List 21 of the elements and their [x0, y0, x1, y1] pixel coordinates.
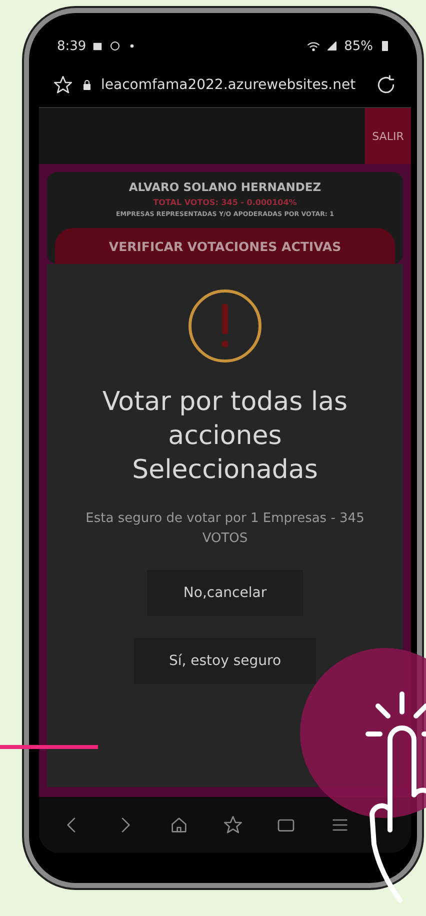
- battery-level: 85%: [344, 38, 373, 54]
- logout-button[interactable]: SALIR: [365, 108, 411, 164]
- status-time: 8:39: [57, 38, 86, 54]
- reload-icon: [375, 74, 397, 96]
- lock-icon: [81, 79, 93, 91]
- wifi-icon: [307, 40, 320, 52]
- battery-icon: [379, 40, 391, 52]
- total-votes: TOTAL VOTOS: 345 - 0.000104%: [153, 198, 297, 207]
- home-icon: [169, 815, 190, 835]
- dialog-title: Votar por todas las acciones Seleccionadas: [101, 386, 349, 487]
- signal-icon: [326, 40, 338, 52]
- tap-hand-icon: [368, 690, 426, 900]
- cancel-button[interactable]: No,cancelar: [147, 570, 303, 616]
- url-text[interactable]: leacomfama2022.azurewebsites.net: [101, 77, 367, 93]
- verify-button[interactable]: VERIFICAR VOTACIONES ACTIVAS: [55, 228, 395, 264]
- confirm-button[interactable]: Sí, estoy seguro: [134, 638, 316, 684]
- bookmarks-icon: [222, 815, 243, 835]
- star-icon: [53, 75, 73, 95]
- dialog-message: Esta seguro de votar por 1 Empresas - 345 VOTOS: [84, 510, 366, 548]
- voter-name: ALVARO SOLANO HERNANDEZ: [128, 180, 322, 194]
- warning-icon: [187, 288, 263, 364]
